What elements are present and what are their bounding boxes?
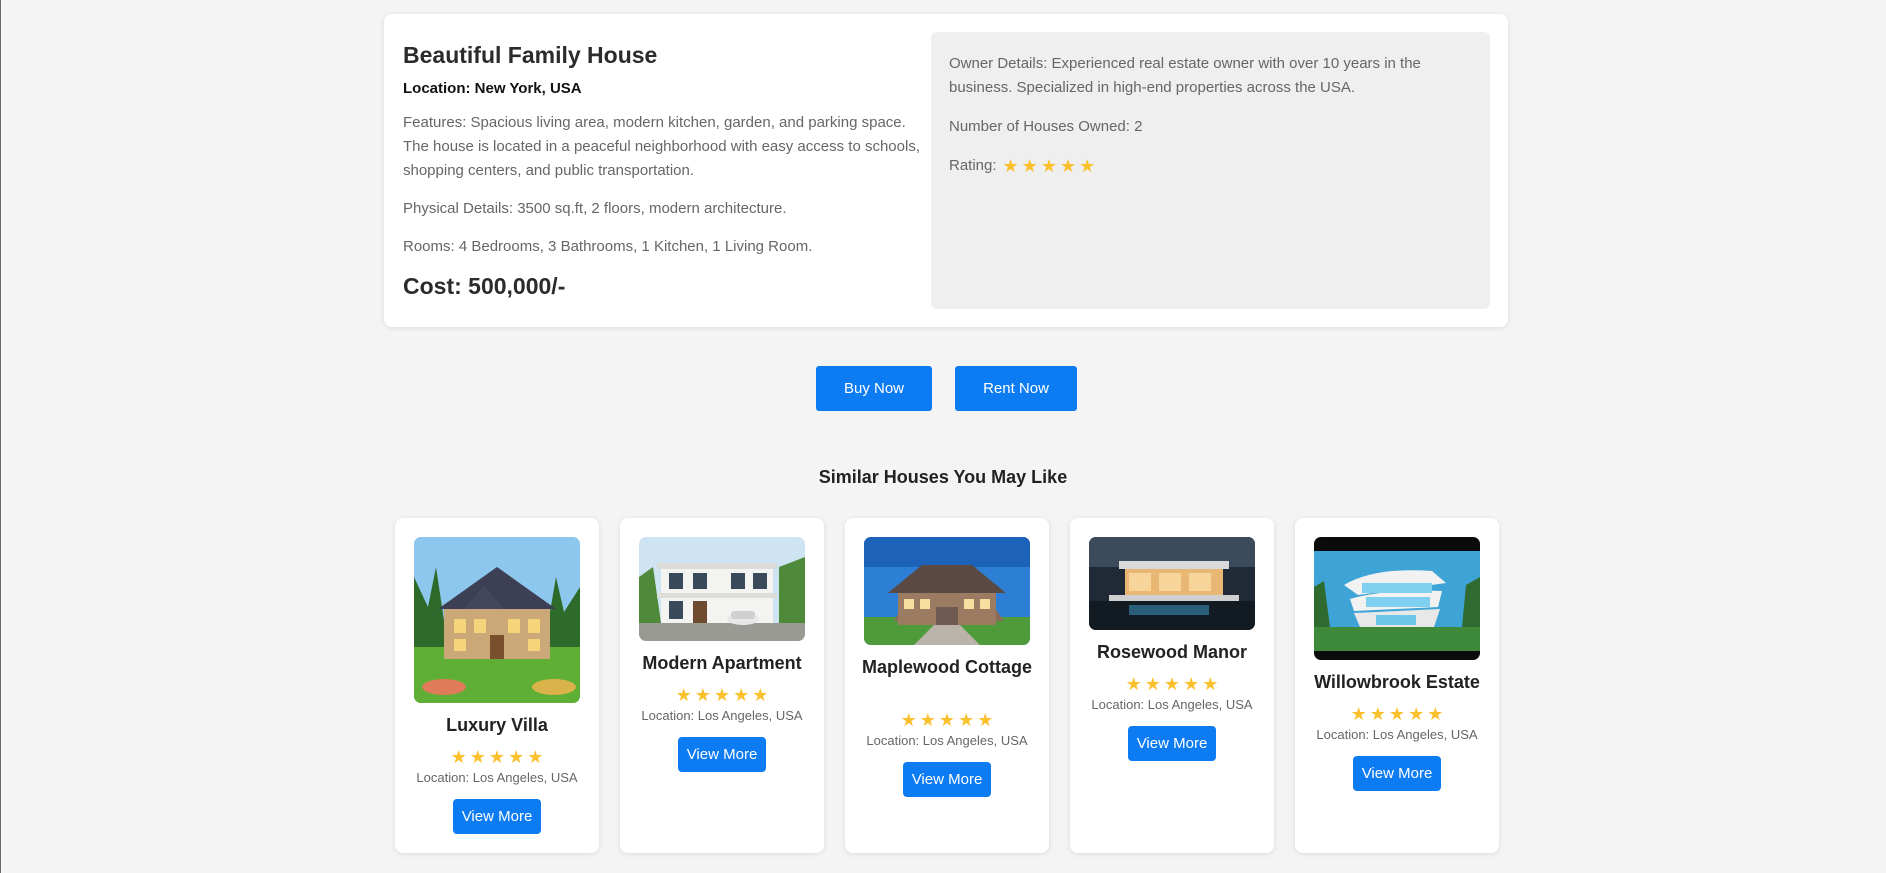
star-icon: ★ xyxy=(752,685,769,705)
star-icon: ★ xyxy=(694,685,711,705)
house-card-location: Location: Los Angeles, USA xyxy=(1091,697,1253,712)
star-icon: ★ xyxy=(733,685,750,705)
star-icon: ★ xyxy=(1059,156,1077,176)
property-features: Features: Spacious living area, modern k… xyxy=(403,114,920,179)
house-card-stars: ★ ★ ★ ★ ★ xyxy=(1295,705,1499,723)
star-icon: ★ xyxy=(675,685,692,705)
star-icon: ★ xyxy=(450,747,467,767)
star-icon: ★ xyxy=(958,710,975,730)
star-icon: ★ xyxy=(527,747,544,767)
house-card: Maplewood Cottage ★ ★ ★ ★ ★ Location: Los An… xyxy=(845,518,1049,853)
star-icon: ★ xyxy=(1079,156,1096,176)
house-image[interactable] xyxy=(639,537,805,641)
star-icon: ★ xyxy=(977,710,994,730)
property-cost: Cost: 500,000/- xyxy=(403,273,566,299)
star-icon: ★ xyxy=(508,747,525,767)
star-icon: ★ xyxy=(1183,674,1200,694)
owner-details: Owner Details: Experienced real estate o… xyxy=(949,55,1421,96)
property-info: Beautiful Family House Location: New Yor… xyxy=(403,40,923,301)
star-icon: ★ xyxy=(938,710,956,730)
star-icon: ★ xyxy=(469,747,486,767)
star-icon: ★ xyxy=(919,710,936,730)
owner-rating-stars: ★ ★ ★ ★ ★ xyxy=(1003,157,1096,175)
house-card-name: Luxury Villa xyxy=(446,715,548,735)
star-icon: ★ xyxy=(1388,704,1406,724)
house-card-location: Location: Los Angeles, USA xyxy=(866,733,1028,748)
property-title: Beautiful Family House xyxy=(403,42,658,68)
buy-now-button[interactable]: Buy Now xyxy=(816,366,932,411)
star-icon: ★ xyxy=(1369,704,1386,724)
house-image[interactable] xyxy=(864,537,1030,645)
house-card-name: Maplewood Cottage xyxy=(862,657,1032,677)
star-icon: ★ xyxy=(1144,674,1161,694)
house-card-location: Location: Los Angeles, USA xyxy=(641,708,803,723)
star-icon: ★ xyxy=(1350,704,1367,724)
window-edge xyxy=(0,0,1,873)
star-icon: ★ xyxy=(1021,156,1038,176)
owner-houses-owned: Number of Houses Owned: 2 xyxy=(949,118,1143,135)
house-card-location: Location: Los Angeles, USA xyxy=(1316,727,1478,742)
owner-panel: Owner Details: Experienced real estate o… xyxy=(931,32,1490,309)
house-image[interactable] xyxy=(1089,537,1255,630)
view-more-button[interactable]: View More xyxy=(1353,756,1441,791)
property-detail-card: Beautiful Family House Location: New Yor… xyxy=(384,14,1508,327)
view-more-button[interactable]: View More xyxy=(453,799,541,834)
similar-houses-heading: Similar Houses You May Like xyxy=(818,467,1068,487)
rent-now-button[interactable]: Rent Now xyxy=(955,366,1077,411)
house-card-name: Rosewood Manor xyxy=(1096,642,1247,662)
star-icon: ★ xyxy=(713,685,731,705)
property-rooms: Rooms: 4 Bedrooms, 3 Bathrooms, 1 Kitche… xyxy=(403,238,813,255)
house-image[interactable] xyxy=(414,537,580,703)
star-icon: ★ xyxy=(1202,674,1219,694)
star-icon: ★ xyxy=(488,747,506,767)
property-location: Location: New York, USA xyxy=(403,80,582,97)
house-card-stars: ★ ★ ★ ★ ★ xyxy=(620,686,824,704)
view-more-button[interactable]: View More xyxy=(903,762,991,797)
star-icon: ★ xyxy=(1408,704,1425,724)
house-card: Modern Apartment ★ ★ ★ ★ ★ Location: Los Ang… xyxy=(620,518,824,853)
view-more-button[interactable]: View More xyxy=(678,737,766,772)
star-icon: ★ xyxy=(1163,674,1181,694)
house-card: Luxury Villa ★ ★ ★ ★ ★ Location: Los Angeles… xyxy=(395,518,599,853)
house-card-name: Modern Apartment xyxy=(642,653,802,673)
house-card-location: Location: Los Angeles, USA xyxy=(416,770,578,785)
star-icon: ★ xyxy=(1040,156,1057,176)
house-image[interactable] xyxy=(1314,537,1480,660)
house-card-stars: ★ ★ ★ ★ ★ xyxy=(845,711,1049,729)
star-icon: ★ xyxy=(900,710,917,730)
star-icon: ★ xyxy=(1002,156,1019,176)
star-icon: ★ xyxy=(1427,704,1444,724)
owner-rating-label: Rating: xyxy=(949,157,997,174)
house-card-stars: ★ ★ ★ ★ ★ xyxy=(395,748,599,766)
house-card-stars: ★ ★ ★ ★ ★ xyxy=(1070,675,1274,693)
star-icon: ★ xyxy=(1125,674,1142,694)
house-card: Rosewood Manor ★ ★ ★ ★ ★ Location: Los Angel… xyxy=(1070,518,1274,853)
house-card: Willowbrook Estate ★ ★ ★ ★ ★ Location: Los A… xyxy=(1295,518,1499,853)
house-card-name: Willowbrook Estate xyxy=(1314,672,1480,692)
property-physical-details: Physical Details: 3500 sq.ft, 2 floors, … xyxy=(403,200,787,217)
view-more-button[interactable]: View More xyxy=(1128,726,1216,761)
owner-rating: Rating: ★ ★ ★ ★ ★ xyxy=(949,154,1472,178)
